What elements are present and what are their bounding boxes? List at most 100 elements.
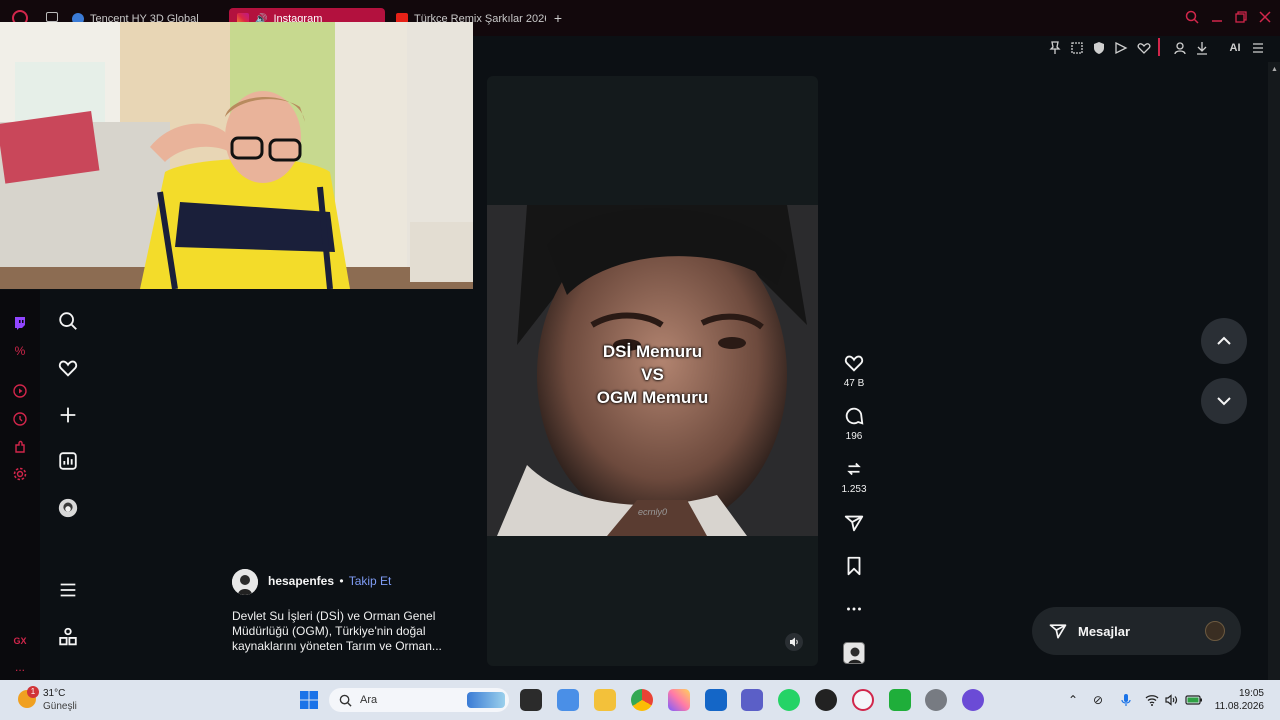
discount-icon[interactable]: % xyxy=(12,343,28,359)
save-button[interactable] xyxy=(838,555,870,581)
settings-app-icon[interactable] xyxy=(925,689,947,711)
account-icon[interactable] xyxy=(1172,40,1188,56)
new-tab-button[interactable]: + xyxy=(551,11,565,25)
profile-avatar[interactable] xyxy=(55,495,81,521)
snapshot-icon[interactable] xyxy=(1069,40,1085,56)
extensions-icon[interactable] xyxy=(12,439,28,455)
clock-date[interactable]: 11.08.2026 xyxy=(1206,701,1264,712)
speaker-icon xyxy=(790,637,798,647)
player-icon[interactable] xyxy=(12,383,28,399)
copilot-icon[interactable] xyxy=(668,689,690,711)
next-reel-button[interactable] xyxy=(1201,378,1247,424)
bookmark-icon xyxy=(847,556,861,576)
vpn-shield-icon[interactable] xyxy=(1091,40,1107,56)
overlay-text-line: OGM Memuru xyxy=(596,388,709,407)
page-scrollbar[interactable]: ▲ xyxy=(1268,62,1280,680)
close-icon[interactable] xyxy=(1258,10,1272,24)
weather-badge: 1 xyxy=(27,686,39,698)
sync-off-icon[interactable]: ⊘ xyxy=(1090,692,1106,708)
task-view-icon[interactable] xyxy=(520,689,542,711)
messages-label: Mesajlar xyxy=(1078,623,1131,639)
messages-send-icon xyxy=(1049,624,1067,639)
comment-icon xyxy=(845,407,864,425)
mute-toggle-button[interactable] xyxy=(785,633,803,651)
search-tabs-icon[interactable] xyxy=(1185,10,1199,24)
like-button[interactable]: 47 B xyxy=(838,352,870,389)
author-line: hesapenfes • Takip Et xyxy=(268,574,391,588)
tab-manager-icon[interactable] xyxy=(46,12,58,22)
more-options-button[interactable] xyxy=(838,598,870,624)
post-caption[interactable]: Devlet Su İşleri (DSİ) ve Orman Genel Mü… xyxy=(232,609,472,654)
clock-time[interactable]: 19:05 xyxy=(1212,688,1264,699)
minimize-icon[interactable] xyxy=(1210,10,1224,24)
create-plus-icon[interactable] xyxy=(55,402,81,428)
history-icon[interactable] xyxy=(12,411,28,427)
sheets-app-icon[interactable] xyxy=(889,689,911,711)
separator-dot: • xyxy=(339,574,344,588)
share-button[interactable] xyxy=(838,512,870,538)
webcam-scene-image xyxy=(0,22,473,289)
scroll-up-arrow-icon[interactable]: ▲ xyxy=(1271,66,1278,73)
download-icon[interactable] xyxy=(1194,40,1210,56)
volume-icon[interactable] xyxy=(1163,692,1179,708)
caption-line: Devlet Su İşleri (DSİ) ve Orman Genel xyxy=(232,609,436,623)
more-options-icon[interactable]: ... xyxy=(12,659,28,675)
follow-button[interactable]: Takip Et xyxy=(349,574,392,588)
search-placeholder: Ara xyxy=(360,694,378,706)
chrome-icon[interactable] xyxy=(631,689,653,711)
messages-button[interactable]: Mesajlar xyxy=(1032,607,1241,655)
author-name[interactable]: hesapenfes xyxy=(268,574,334,588)
overlay-text-line: VS xyxy=(641,365,664,384)
ai-button[interactable]: AI xyxy=(1216,40,1244,56)
chevron-up-icon[interactable]: ⌃ xyxy=(1065,692,1081,708)
gx-label[interactable]: GX xyxy=(12,633,28,649)
file-explorer-icon[interactable] xyxy=(594,689,616,711)
repost-icon xyxy=(847,462,861,476)
windows-start-icon[interactable] xyxy=(298,689,320,711)
weather-temperature[interactable]: 31°C xyxy=(43,688,65,699)
ai-label: AI xyxy=(1229,42,1241,54)
search-icon xyxy=(339,694,352,707)
mail-app-icon[interactable] xyxy=(557,689,579,711)
search-highlight-image xyxy=(467,692,505,708)
share-icon xyxy=(844,515,864,532)
reel-video-frame[interactable]: DSİ Memuru VS OGM Memuru ecrnly0 xyxy=(487,205,818,536)
audio-thumbnail[interactable] xyxy=(843,642,865,664)
dashboard-icon[interactable] xyxy=(55,448,81,474)
previous-reel-button[interactable] xyxy=(1201,318,1247,364)
battery-charging-icon[interactable] xyxy=(1185,692,1203,708)
watermark: ecrnly0 xyxy=(637,507,667,517)
author-avatar[interactable] xyxy=(232,569,258,595)
search-icon[interactable] xyxy=(55,308,81,334)
heart-icon xyxy=(844,355,864,372)
chat-app-icon[interactable] xyxy=(962,689,984,711)
overlay-text-line: DSİ Memuru xyxy=(602,342,703,361)
send-icon[interactable] xyxy=(1113,40,1129,56)
toolbar-divider xyxy=(1158,38,1160,56)
pin-icon[interactable] xyxy=(1047,40,1063,56)
repost-count: 1.253 xyxy=(841,484,867,495)
restore-icon[interactable] xyxy=(1234,10,1248,24)
store-icon[interactable] xyxy=(705,689,727,711)
weather-description[interactable]: Güneşli xyxy=(43,701,77,712)
settings-gear-icon[interactable] xyxy=(12,466,28,482)
teams-icon[interactable] xyxy=(741,689,763,711)
repost-button[interactable]: 1.253 xyxy=(838,458,870,495)
recorder-icon[interactable] xyxy=(815,689,837,711)
wifi-icon[interactable] xyxy=(1144,692,1160,708)
notifications-heart-icon[interactable] xyxy=(55,355,81,381)
chevron-up-icon xyxy=(1217,336,1231,345)
webcam-overlay xyxy=(0,22,473,289)
more-menu-icon[interactable] xyxy=(55,577,81,603)
taskbar-search-box[interactable]: Ara xyxy=(329,688,509,712)
message-contact-avatar[interactable] xyxy=(1205,621,1225,641)
comment-button[interactable]: 196 xyxy=(838,405,870,442)
microphone-icon[interactable] xyxy=(1118,692,1134,708)
apps-grid-icon[interactable] xyxy=(55,624,81,650)
whatsapp-icon[interactable] xyxy=(778,689,800,711)
menu-icon[interactable] xyxy=(1250,40,1266,56)
opera-gx-icon[interactable] xyxy=(852,689,874,711)
caption-line: kaynaklarını yöneten Tarım ve Orman... xyxy=(232,639,442,653)
heart-icon[interactable] xyxy=(1136,40,1152,56)
twitch-icon[interactable] xyxy=(12,315,28,331)
